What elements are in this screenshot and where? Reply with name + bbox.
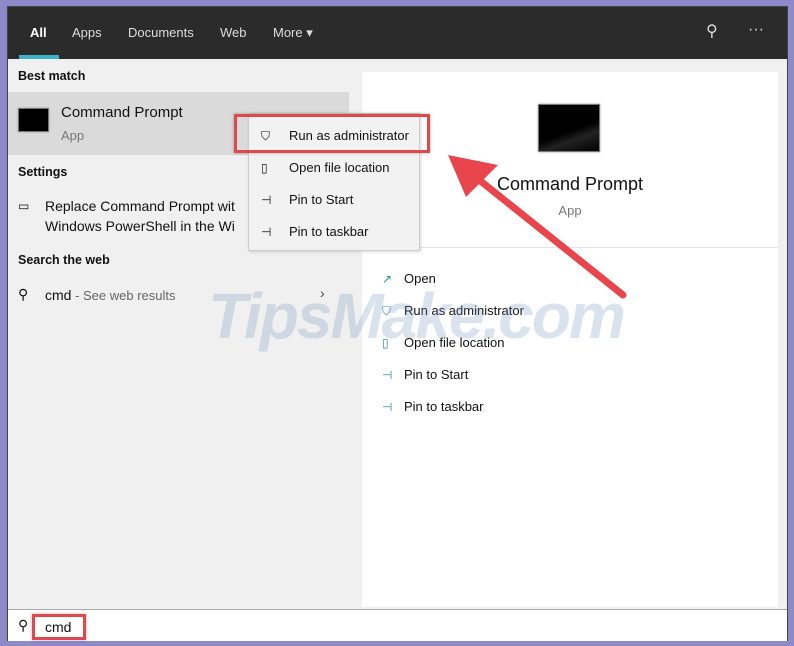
action-open-file-location[interactable]: ▯ Open file location: [382, 335, 504, 350]
command-prompt-icon: [18, 108, 49, 132]
search-input[interactable]: cmd: [45, 619, 71, 635]
pin-icon: ⊣: [382, 400, 393, 414]
folder-icon: ▯: [261, 161, 268, 175]
setting-line-1: Replace Command Prompt wit: [45, 198, 235, 214]
arrow-annotation: [448, 155, 627, 299]
menu-label: Pin to Start: [289, 192, 354, 207]
shield-icon: ⛉: [382, 304, 392, 318]
tab-all[interactable]: All: [30, 25, 47, 40]
menu-open-file-location[interactable]: ▯ Open file location: [261, 160, 389, 175]
action-open[interactable]: ↗ Open: [382, 271, 436, 286]
app-type: App: [61, 128, 85, 143]
action-label: Pin to Start: [404, 367, 469, 382]
search-header: All Apps Documents Web More ▾ ⚲ ···: [8, 7, 787, 59]
open-icon: ↗: [382, 272, 393, 286]
action-label: Open file location: [404, 335, 505, 350]
tab-more[interactable]: More ▾: [273, 25, 313, 41]
feedback-icon[interactable]: ⚲: [706, 21, 718, 41]
web-query: cmd: [45, 287, 72, 303]
search-icon: ⚲: [18, 286, 29, 302]
command-prompt-large-icon: [538, 104, 600, 152]
pin-icon: ⊣: [382, 368, 393, 382]
search-window: All Apps Documents Web More ▾ ⚲ ··· Best…: [7, 6, 788, 641]
action-label: Open: [404, 271, 436, 286]
search-icon: ⚲: [18, 617, 29, 633]
tab-documents[interactable]: Documents: [128, 25, 194, 40]
action-pin-start[interactable]: ⊣ Pin to Start: [382, 367, 468, 382]
best-match-heading: Best match: [18, 69, 86, 83]
folder-icon: ▯: [382, 336, 389, 350]
menu-label: Pin to taskbar: [289, 224, 369, 239]
web-suffix: - See web results: [71, 288, 176, 303]
settings-heading: Settings: [18, 165, 68, 179]
search-web-heading: Search the web: [18, 253, 110, 267]
tab-apps[interactable]: Apps: [72, 25, 102, 40]
tab-web[interactable]: Web: [220, 25, 247, 40]
pin-icon: ⊣: [261, 193, 272, 207]
display-icon: ▭: [18, 199, 30, 213]
search-bar[interactable]: ⚲ cmd: [8, 609, 787, 641]
menu-label: Open file location: [289, 160, 390, 175]
setting-line-2: Windows PowerShell in the Wi: [45, 218, 235, 234]
action-pin-taskbar[interactable]: ⊣ Pin to taskbar: [382, 399, 484, 414]
highlight-box: [234, 114, 430, 153]
app-name: Command Prompt: [61, 104, 183, 121]
pin-icon: ⊣: [261, 225, 272, 239]
more-options-icon[interactable]: ···: [748, 21, 764, 39]
menu-pin-taskbar[interactable]: ⊣ Pin to taskbar: [261, 224, 369, 239]
action-label: Pin to taskbar: [404, 399, 484, 414]
menu-pin-start[interactable]: ⊣ Pin to Start: [261, 192, 353, 207]
chevron-right-icon: ›: [320, 285, 325, 301]
